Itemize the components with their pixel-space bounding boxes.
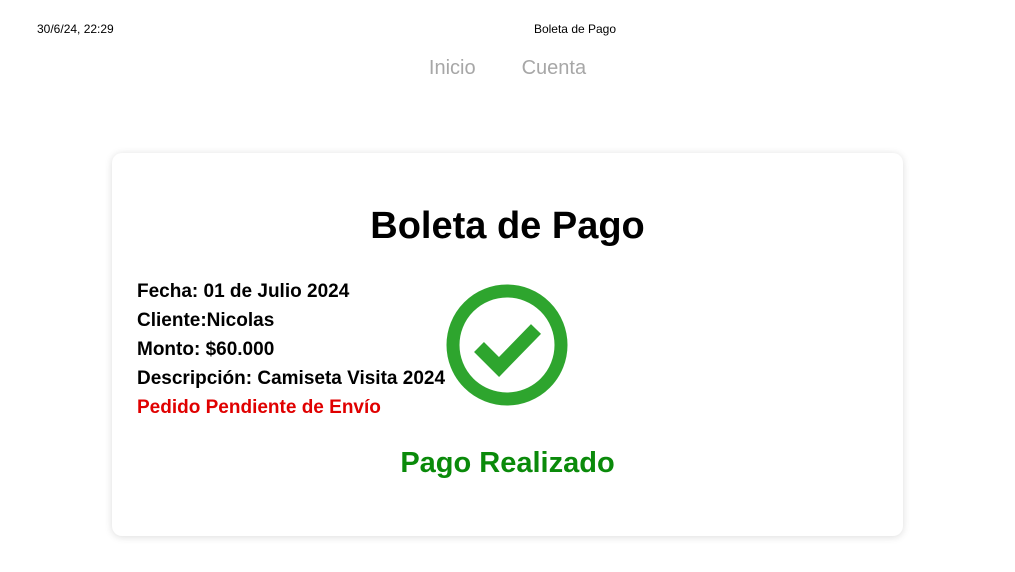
top-nav: Inicio Cuenta <box>0 56 1015 80</box>
receipt-client: Cliente:Nicolas <box>137 310 275 331</box>
page: 30/6/24, 22:29 Boleta de Pago Inicio Cue… <box>0 0 1015 572</box>
check-circle-icon <box>446 284 568 406</box>
print-page-title: Boleta de Pago <box>533 22 617 36</box>
receipt-card: Boleta de Pago Fecha: 01 de Julio 2024 C… <box>112 153 903 536</box>
payment-success-message: Pago Realizado <box>400 447 615 479</box>
receipt-details: Fecha: 01 de Julio 2024 Cliente:Nicolas … <box>137 277 445 422</box>
receipt-date: Fecha: 01 de Julio 2024 <box>137 281 350 302</box>
receipt-description: Descripción: Camiseta Visita 2024 <box>137 368 446 389</box>
nav-link-inicio[interactable]: Inicio <box>423 56 482 80</box>
nav-link-cuenta[interactable]: Cuenta <box>516 56 593 80</box>
receipt-amount: Monto: $60.000 <box>137 339 275 360</box>
receipt-title: Boleta de Pago <box>370 205 645 247</box>
shipping-status: Pedido Pendiente de Envío <box>137 397 381 418</box>
